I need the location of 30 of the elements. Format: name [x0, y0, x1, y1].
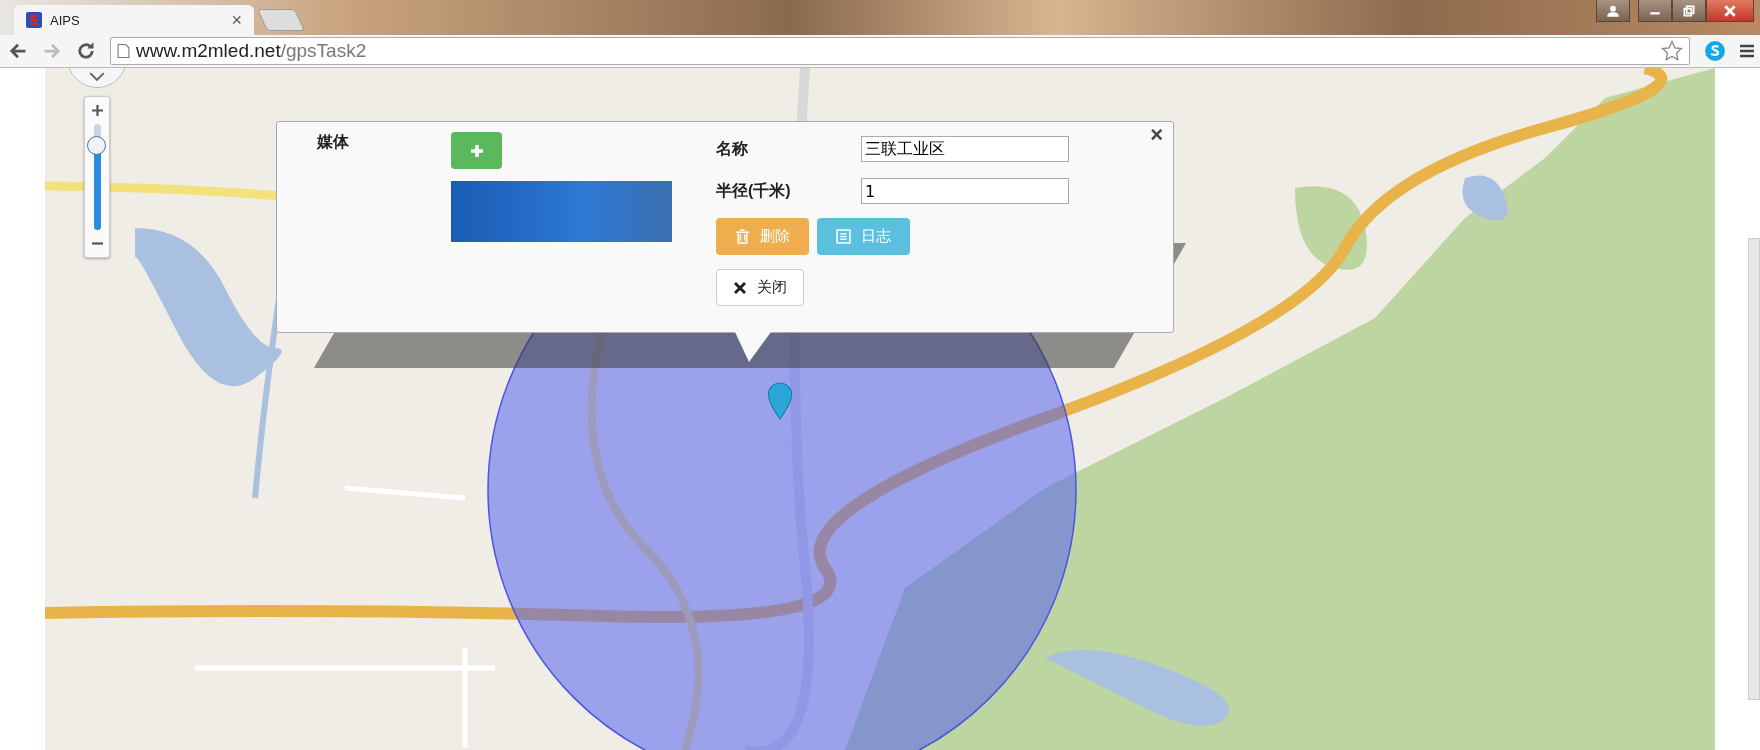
restore-icon[interactable] — [1672, 0, 1706, 22]
tab-title: AIPS — [50, 12, 81, 28]
user-icon[interactable] — [1596, 0, 1630, 22]
favicon-icon — [26, 12, 42, 29]
trash-icon — [735, 229, 750, 244]
menu-icon[interactable] — [1740, 43, 1754, 60]
field-label: 名称 — [716, 138, 749, 159]
field-label: 半径(千米) — [716, 180, 792, 201]
input-field[interactable]: 1 — [861, 178, 1069, 204]
close-icon[interactable] — [1706, 0, 1754, 22]
skype-icon[interactable] — [1704, 40, 1726, 63]
address-field[interactable]: www.m2mled.net/gpsTask2 — [110, 37, 1690, 66]
url-text: www.m2mled.net/gpsTask2 — [136, 40, 368, 63]
browser-tab[interactable]: AIPS × — [14, 5, 254, 36]
list-icon — [836, 229, 851, 244]
star-icon[interactable] — [1661, 40, 1683, 63]
reload-icon[interactable] — [76, 41, 96, 62]
chevron-down-icon — [89, 72, 105, 81]
close-button[interactable]: × — [1146, 122, 1167, 148]
tab-close-button[interactable]: × — [231, 9, 242, 31]
page-icon — [117, 43, 130, 60]
minimize-icon[interactable] — [1638, 0, 1672, 22]
plus-icon — [470, 144, 483, 157]
zoom-thumb[interactable] — [86, 136, 106, 156]
zoom-in-icon[interactable] — [91, 105, 103, 116]
close-x-icon — [733, 280, 747, 295]
scrollbar-thumb[interactable] — [1748, 238, 1760, 700]
close-dialog-button[interactable]: 关闭 — [716, 269, 804, 306]
media-label: 媒体 — [317, 133, 349, 150]
input-field[interactable]: 三联工业区 — [861, 136, 1069, 162]
